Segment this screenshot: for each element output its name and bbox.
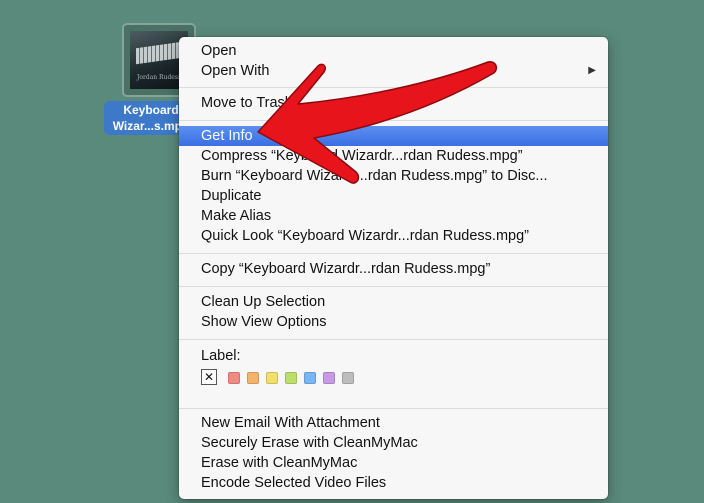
menu-item-open[interactable]: Open xyxy=(179,41,608,61)
menu-item-quick-look[interactable]: Quick Look “Keyboard Wizardr...rdan Rude… xyxy=(179,226,608,246)
label-red-swatch[interactable] xyxy=(228,372,240,384)
menu-separator xyxy=(179,253,608,254)
menu-item-open-with[interactable]: Open With ▶ xyxy=(179,61,608,81)
menu-item-securely-erase-cleanmymac[interactable]: Securely Erase with CleanMyMac xyxy=(179,433,608,453)
menu-item-compress[interactable]: Compress “Keyboard Wizardr...rdan Rudess… xyxy=(179,146,608,166)
menu-separator xyxy=(179,120,608,121)
label-section-title: Label: xyxy=(201,348,241,364)
menu-item-encode-video-files[interactable]: Encode Selected Video Files xyxy=(179,473,608,493)
menu-item-new-email-with-attachment[interactable]: New Email With Attachment xyxy=(179,413,608,433)
menu-item-open-with-label: Open With xyxy=(201,63,270,79)
label-green-swatch[interactable] xyxy=(285,372,297,384)
menu-separator xyxy=(179,408,608,409)
menu-item-move-to-trash[interactable]: Move to Trash xyxy=(179,93,608,113)
menu-separator xyxy=(179,339,608,340)
menu-item-get-info[interactable]: Get Info xyxy=(179,126,608,146)
label-yellow-swatch[interactable] xyxy=(266,372,278,384)
menu-item-burn-to-disc[interactable]: Burn “Keyboard Wizardr...rdan Rudess.mpg… xyxy=(179,166,608,186)
context-menu: Open Open With ▶ Move to Trash Get Info … xyxy=(179,37,608,499)
menu-separator xyxy=(179,286,608,287)
thumbnail-text: Jordan Rudess xyxy=(136,74,181,81)
submenu-arrow-icon: ▶ xyxy=(588,65,596,76)
label-orange-swatch[interactable] xyxy=(247,372,259,384)
label-purple-swatch[interactable] xyxy=(323,372,335,384)
menu-item-duplicate[interactable]: Duplicate xyxy=(179,186,608,206)
menu-item-clean-up-selection[interactable]: Clean Up Selection xyxy=(179,292,608,312)
piano-keys-image xyxy=(136,41,182,65)
menu-item-erase-cleanmymac[interactable]: Erase with CleanMyMac xyxy=(179,453,608,473)
menu-item-show-view-options[interactable]: Show View Options xyxy=(179,312,608,332)
menu-item-make-alias[interactable]: Make Alias xyxy=(179,206,608,226)
label-gray-swatch[interactable] xyxy=(342,372,354,384)
menu-separator xyxy=(179,87,608,88)
label-none-swatch[interactable]: ✕ xyxy=(201,369,217,385)
menu-item-copy[interactable]: Copy “Keyboard Wizardr...rdan Rudess.mpg… xyxy=(179,259,608,279)
label-blue-swatch[interactable] xyxy=(304,372,316,384)
